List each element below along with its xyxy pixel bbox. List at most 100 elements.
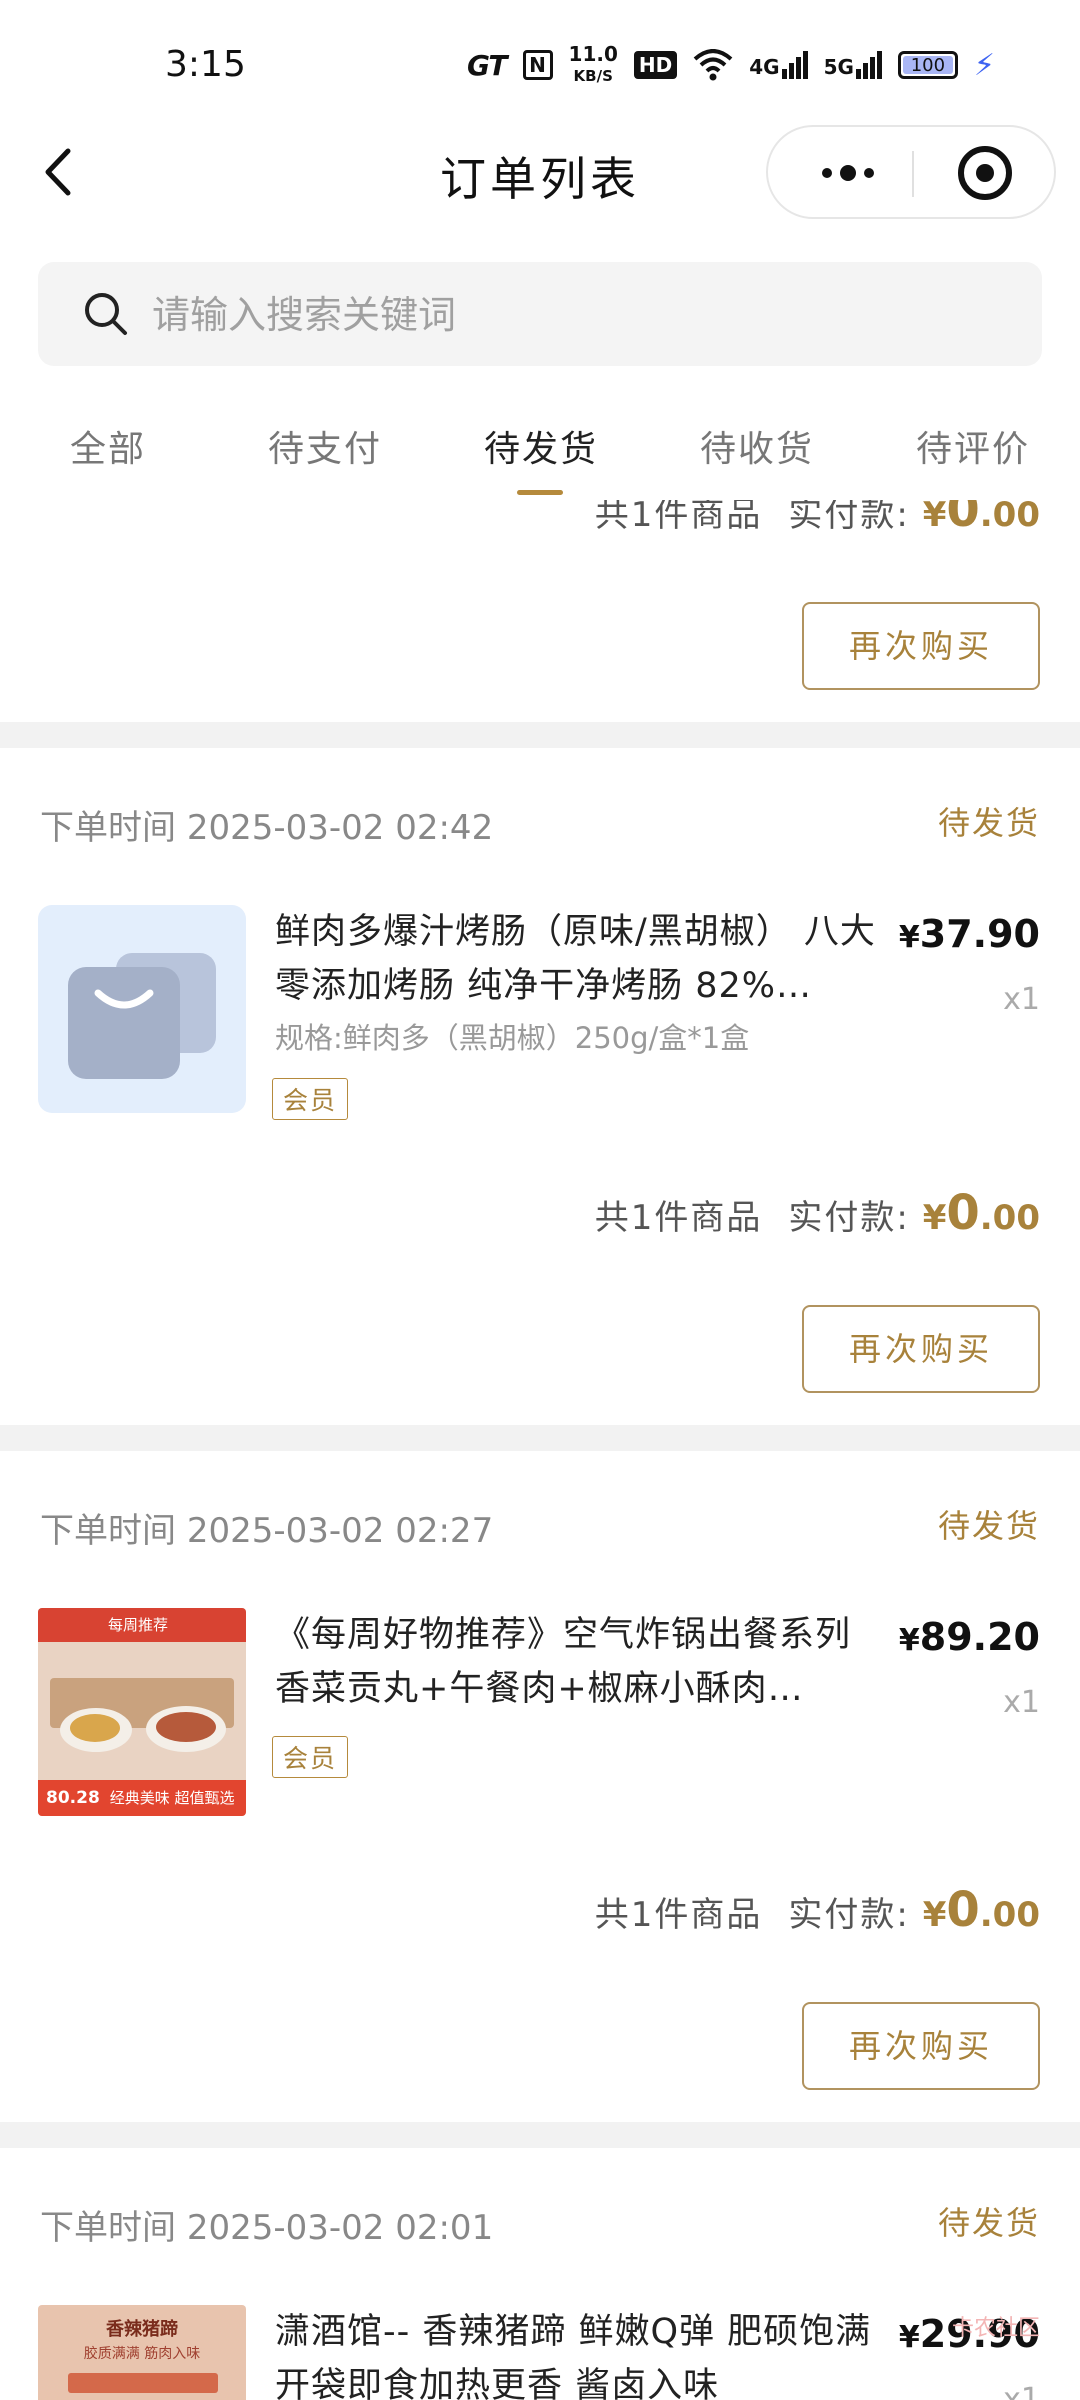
amount-decimal: .00 xyxy=(979,1895,1040,1935)
status-bar: 3:15 GT N 11.0 KB/S HD 4G 5G 100 ⚡ xyxy=(0,0,1080,130)
battery-level: 100 xyxy=(910,54,946,76)
order-time-label: 下单时间 xyxy=(40,808,176,848)
battery-icon: 100 xyxy=(897,51,958,79)
order-time-value: 2025-03-02 02:27 xyxy=(186,1511,494,1551)
paid-amount: 实付款: ¥0.00 xyxy=(788,500,1040,538)
signal-4g-label: 4G xyxy=(749,55,780,79)
product-price: ¥37.90 xyxy=(899,912,1040,956)
item-count: 共1件商品 xyxy=(594,500,763,535)
search-bar[interactable] xyxy=(38,262,1042,366)
currency-symbol: ¥ xyxy=(898,2320,920,2355)
rebuy-button[interactable]: 再次购买 xyxy=(802,602,1040,690)
order-time-value: 2025-03-02 02:01 xyxy=(186,2208,494,2248)
order-time-value: 2025-03-02 02:42 xyxy=(186,808,494,848)
nfc-icon: N xyxy=(522,50,553,80)
paid-value: ¥0.00 xyxy=(923,1185,1040,1241)
order-time: 下单时间 2025-03-02 02:27 xyxy=(40,1503,493,1552)
tab-pending-payment[interactable]: 待支付 xyxy=(268,420,382,472)
order-summary: 共1件商品 实付款: ¥0.00 xyxy=(595,1185,1040,1241)
thumb-banner: 80.28 经典美味 超值甄选 xyxy=(38,1780,246,1816)
thumb-header: 每周推荐 xyxy=(38,1608,246,1642)
status-time: 3:15 xyxy=(165,44,246,85)
currency-symbol: ¥ xyxy=(922,1895,947,1935)
paid-value: ¥0.00 xyxy=(923,500,1040,538)
nav-bar: 订单列表 xyxy=(0,125,1080,220)
order-divider xyxy=(0,722,1080,748)
currency-symbol: ¥ xyxy=(898,920,920,955)
order-time-label: 下单时间 xyxy=(40,2208,176,2248)
capsule-divider xyxy=(912,151,914,197)
paid-amount: 实付款: ¥0.00 xyxy=(788,1185,1040,1241)
amount-decimal: .00 xyxy=(979,1198,1040,1238)
paid-amount: 实付款: ¥0.00 xyxy=(788,1882,1040,1938)
amount-integer: 0 xyxy=(946,1882,980,1938)
order-summary: 共1件商品 实付款: ¥0.00 xyxy=(595,1882,1040,1938)
member-badge: 会员 xyxy=(272,1736,349,1778)
product-quantity: x1 xyxy=(1003,1685,1040,1720)
order-time-label: 下单时间 xyxy=(40,1511,176,1551)
product-price: ¥89.20 xyxy=(899,1615,1040,1659)
tab-pending-shipment[interactable]: 待发货 xyxy=(484,420,598,472)
product-name[interactable]: 鲜肉多爆汁烤肠（原味/黑胡椒） 八大零添加烤肠 纯净干净烤肠 82%… xyxy=(275,905,885,1013)
tab-pending-review[interactable]: 待评价 xyxy=(916,420,1030,472)
rebuy-button[interactable]: 再次购买 xyxy=(802,1305,1040,1393)
order-list[interactable]: 共1件商品 实付款: ¥0.00 再次购买 下单时间 2025-03-02 02… xyxy=(0,500,1080,2400)
product-quantity: x1 xyxy=(1003,982,1040,1017)
signal-5g-icon: 5G xyxy=(824,51,882,79)
product-quantity: x1 xyxy=(1003,2382,1040,2400)
close-mini-program-icon[interactable] xyxy=(958,146,1012,200)
net-speed-value: 11.0 xyxy=(568,42,618,66)
more-menu-icon[interactable] xyxy=(808,147,888,199)
price-value: 37.90 xyxy=(919,912,1040,956)
order-divider xyxy=(0,2122,1080,2148)
member-badge: 会员 xyxy=(272,1078,349,1120)
tab-pending-receipt[interactable]: 待收货 xyxy=(700,420,814,472)
paid-label: 实付款: xyxy=(788,500,910,535)
search-input[interactable] xyxy=(150,284,954,346)
order-time: 下单时间 2025-03-02 02:01 xyxy=(40,2200,493,2249)
product-name[interactable]: 潇酒馆-- 香辣猪蹄 鲜嫩Q弹 肥硕饱满 开袋即食加热更香 酱卤入味 xyxy=(275,2305,885,2400)
net-speed: 11.0 KB/S xyxy=(569,44,618,86)
product-name[interactable]: 《每周好物推荐》空气炸锅出餐系列 香菜贡丸+午餐肉+椒麻小酥肉… xyxy=(275,1608,885,1716)
thumb-food xyxy=(70,1714,120,1742)
product-thumbnail[interactable] xyxy=(38,905,246,1113)
watermark-logo: 卡农社区 xyxy=(951,2316,1040,2341)
signal-5g-label: 5G xyxy=(823,55,854,79)
price-value: 89.20 xyxy=(919,1615,1040,1659)
order-status: 待发货 xyxy=(937,2204,1040,2242)
thumb-header: 香辣猪蹄 xyxy=(106,2319,178,2340)
status-icons: GT N 11.0 KB/S HD 4G 5G 100 ⚡ xyxy=(467,44,995,86)
active-tab-indicator xyxy=(517,490,563,495)
thumb-caption: 经典美味 超值甄选 xyxy=(109,1789,235,1807)
search-icon xyxy=(85,293,127,335)
order-divider xyxy=(0,1425,1080,1451)
thumb-price: 80.28 xyxy=(46,1788,100,1808)
shopping-bag-placeholder-icon xyxy=(68,953,216,1079)
order-list-page: 3:15 GT N 11.0 KB/S HD 4G 5G 100 ⚡ 订单列表 … xyxy=(0,0,1080,2400)
product-spec: 规格:鲜肉多（黑胡椒）250g/盒*1盒 xyxy=(275,1021,750,1055)
item-count: 共1件商品 xyxy=(594,1198,763,1238)
gt-mode-icon: GT xyxy=(466,48,508,82)
order-summary: 共1件商品 实付款: ¥0.00 xyxy=(595,500,1040,538)
order-status: 待发货 xyxy=(937,804,1040,842)
product-thumbnail[interactable]: 每周推荐 80.28 经典美味 超值甄选 xyxy=(38,1608,246,1816)
paid-label: 实付款: xyxy=(788,1198,910,1238)
wifi-icon xyxy=(693,49,733,81)
amount-integer: 0 xyxy=(946,500,980,538)
thumb-label-strip xyxy=(68,2373,218,2393)
currency-symbol: ¥ xyxy=(922,500,947,535)
hd-icon: HD xyxy=(633,51,678,79)
thumb-food xyxy=(156,1712,216,1742)
rebuy-button[interactable]: 再次购买 xyxy=(802,2002,1040,2090)
paid-value: ¥0.00 xyxy=(923,1882,1040,1938)
order-status: 待发货 xyxy=(937,1507,1040,1545)
product-thumbnail[interactable]: 香辣猪蹄 胶质满满 筋肉入味 xyxy=(38,2305,246,2400)
item-count: 共1件商品 xyxy=(594,1895,763,1935)
tab-all[interactable]: 全部 xyxy=(70,420,146,472)
thumb-caption: 胶质满满 筋肉入味 xyxy=(83,2346,201,2362)
signal-4g-icon: 4G xyxy=(749,51,808,79)
currency-symbol: ¥ xyxy=(898,1623,920,1658)
net-speed-unit: KB/S xyxy=(573,67,613,85)
paid-label: 实付款: xyxy=(788,1895,910,1935)
charging-icon: ⚡ xyxy=(973,47,995,83)
